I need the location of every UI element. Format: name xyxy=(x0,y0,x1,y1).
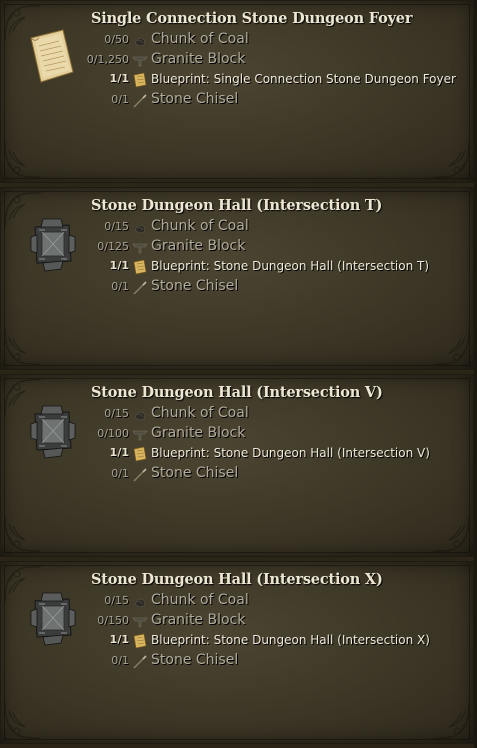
ingredient-row[interactable]: 0/100 Granite Block xyxy=(1,425,475,445)
ingredient-row[interactable]: 0/15 Chunk of Coal xyxy=(1,592,475,612)
recipe-list: Single Connection Stone Dungeon Foyer 0/… xyxy=(0,0,477,748)
blueprint-icon xyxy=(132,446,148,462)
recipe-card[interactable]: Single Connection Stone Dungeon Foyer 0/… xyxy=(0,0,474,183)
ingredient-quantity: 1/1 xyxy=(109,446,129,459)
granite-block-icon xyxy=(132,427,148,443)
blueprint-icon xyxy=(132,633,148,649)
recipe-title: Stone Dungeon Hall (Intersection X) xyxy=(91,571,383,588)
corner-ornament xyxy=(431,327,471,367)
recipe-card[interactable]: Stone Dungeon Hall (Intersection X) 0/15… xyxy=(0,561,474,744)
ingredient-quantity: 0/15 xyxy=(104,220,129,233)
ingredient-quantity: 0/125 xyxy=(97,240,129,253)
ingredient-name: Stone Chisel xyxy=(151,278,239,294)
ingredient-row[interactable]: 1/1 Blueprint: Stone Dungeon Hall (Inter… xyxy=(1,631,475,651)
ingredient-quantity: 1/1 xyxy=(109,633,129,646)
ingredient-quantity: 1/1 xyxy=(109,72,129,85)
ingredient-name: Chunk of Coal xyxy=(151,405,249,421)
ingredient-quantity: 0/150 xyxy=(97,614,129,627)
ingredient-name: Granite Block xyxy=(151,238,246,254)
ingredient-quantity: 0/1 xyxy=(111,280,129,293)
ingredient-quantity: 0/1 xyxy=(111,654,129,667)
corner-ornament xyxy=(3,327,43,367)
ingredient-row[interactable]: 0/1,250 Granite Block xyxy=(1,51,475,71)
ingredient-row[interactable]: 0/1 Stone Chisel xyxy=(1,652,475,672)
ingredient-quantity: 0/50 xyxy=(104,33,129,46)
ingredient-name: Chunk of Coal xyxy=(151,218,249,234)
ingredient-name: Stone Chisel xyxy=(151,652,239,668)
corner-ornament xyxy=(3,140,43,180)
ingredient-name: Chunk of Coal xyxy=(151,31,249,47)
chisel-icon xyxy=(132,654,148,670)
coal-icon xyxy=(132,407,148,423)
corner-ornament xyxy=(3,514,43,554)
ingredient-row[interactable]: 1/1 Blueprint: Stone Dungeon Hall (Inter… xyxy=(1,444,475,464)
ingredient-name: Blueprint: Stone Dungeon Hall (Intersect… xyxy=(151,259,430,273)
granite-block-icon xyxy=(132,53,148,69)
ingredient-row[interactable]: 0/150 Granite Block xyxy=(1,612,475,632)
ingredient-name: Granite Block xyxy=(151,612,246,628)
ingredient-quantity: 0/15 xyxy=(104,594,129,607)
coal-icon xyxy=(132,594,148,610)
ingredient-row[interactable]: 0/1 Stone Chisel xyxy=(1,465,475,485)
chisel-icon xyxy=(132,467,148,483)
ingredient-row[interactable]: 0/15 Chunk of Coal xyxy=(1,218,475,238)
ingredient-name: Blueprint: Single Connection Stone Dunge… xyxy=(151,72,456,86)
ingredient-name: Blueprint: Stone Dungeon Hall (Intersect… xyxy=(151,633,430,647)
ingredient-name: Blueprint: Stone Dungeon Hall (Intersect… xyxy=(151,446,430,460)
corner-ornament xyxy=(3,701,43,741)
recipe-card[interactable]: Stone Dungeon Hall (Intersection V) 0/15… xyxy=(0,374,474,557)
ingredient-quantity: 0/1,250 xyxy=(86,53,129,66)
ingredient-name: Granite Block xyxy=(151,425,246,441)
recipe-card[interactable]: Stone Dungeon Hall (Intersection T) 0/15… xyxy=(0,187,474,370)
ingredient-row[interactable]: 0/15 Chunk of Coal xyxy=(1,405,475,425)
recipe-title: Single Connection Stone Dungeon Foyer xyxy=(91,10,413,27)
ingredient-row[interactable]: 1/1 Blueprint: Single Connection Stone D… xyxy=(1,70,475,90)
chisel-icon xyxy=(132,93,148,109)
chisel-icon xyxy=(132,280,148,296)
coal-icon xyxy=(132,220,148,236)
ingredient-quantity: 1/1 xyxy=(109,259,129,272)
ingredient-quantity: 0/15 xyxy=(104,407,129,420)
corner-ornament xyxy=(431,514,471,554)
ingredient-name: Chunk of Coal xyxy=(151,592,249,608)
ingredient-row[interactable]: 1/1 Blueprint: Stone Dungeon Hall (Inter… xyxy=(1,257,475,277)
ingredient-name: Granite Block xyxy=(151,51,246,67)
ingredient-quantity: 0/1 xyxy=(111,93,129,106)
recipe-title: Stone Dungeon Hall (Intersection V) xyxy=(91,384,383,401)
recipe-title: Stone Dungeon Hall (Intersection T) xyxy=(91,197,383,214)
ingredient-row[interactable]: 0/1 Stone Chisel xyxy=(1,278,475,298)
ingredient-row[interactable]: 0/125 Granite Block xyxy=(1,238,475,258)
coal-icon xyxy=(132,33,148,49)
corner-ornament xyxy=(431,701,471,741)
corner-ornament xyxy=(431,140,471,180)
granite-block-icon xyxy=(132,240,148,256)
ingredient-quantity: 0/100 xyxy=(97,427,129,440)
ingredient-name: Stone Chisel xyxy=(151,465,239,481)
blueprint-icon xyxy=(132,259,148,275)
ingredient-row[interactable]: 0/1 Stone Chisel xyxy=(1,91,475,111)
ingredient-quantity: 0/1 xyxy=(111,467,129,480)
ingredient-row[interactable]: 0/50 Chunk of Coal xyxy=(1,31,475,51)
ingredient-name: Stone Chisel xyxy=(151,91,239,107)
blueprint-icon xyxy=(132,72,148,88)
granite-block-icon xyxy=(132,614,148,630)
